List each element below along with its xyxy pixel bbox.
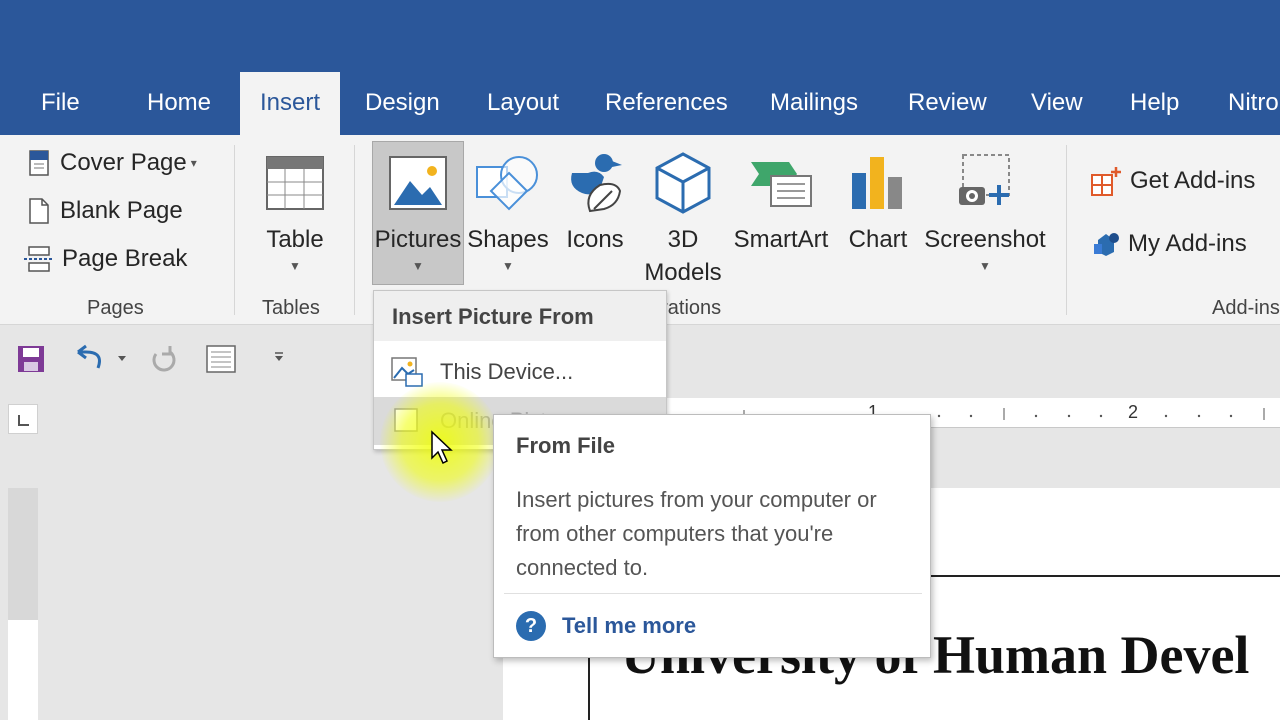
- screenshot-icon: [959, 154, 1010, 205]
- chevron-down-icon: ▼: [412, 259, 424, 273]
- print-layout-button[interactable]: [205, 344, 237, 379]
- tab-mailings[interactable]: Mailings: [770, 72, 858, 135]
- chevron-down-icon: ▼: [979, 259, 991, 273]
- blank-page-button[interactable]: Blank Page: [26, 197, 183, 225]
- page-break-button[interactable]: Page Break: [22, 245, 187, 273]
- 3d-models-button[interactable]: 3D Models: [636, 143, 730, 289]
- chevron-down-icon: ▾: [190, 156, 197, 170]
- add-ins-group-label: Add-ins: [1212, 297, 1280, 319]
- table-button[interactable]: Table ▼: [258, 143, 332, 276]
- page-break-label: Page Break: [62, 245, 188, 272]
- get-add-ins-button[interactable]: Get Add-ins: [1090, 165, 1255, 197]
- tab-design[interactable]: Design: [365, 72, 440, 135]
- tables-group-label: Tables: [262, 297, 320, 319]
- mouse-pointer-icon: [431, 430, 453, 465]
- customize-toolbar-button[interactable]: [272, 350, 286, 369]
- help-icon: ?: [516, 611, 546, 641]
- store-icon: [1091, 167, 1121, 196]
- tab-insert[interactable]: Insert: [240, 72, 341, 135]
- vertical-ruler-margin: [8, 488, 38, 620]
- shapes-label: Shapes: [467, 226, 549, 253]
- group-divider: [234, 145, 235, 315]
- picture-icon: [389, 156, 447, 210]
- tab-review[interactable]: Review: [908, 72, 987, 135]
- tooltip-divider: [504, 593, 922, 594]
- 3d-models-label-line2: Models: [644, 259, 722, 286]
- vertical-ruler[interactable]: [8, 488, 38, 720]
- left-tab-icon: [18, 415, 29, 426]
- document-view-icon: [206, 345, 236, 373]
- smartart-button[interactable]: SmartArt: [730, 143, 832, 256]
- redo-icon: [152, 346, 176, 372]
- tooltip-title: From File: [516, 433, 616, 458]
- blank-page-label: Blank Page: [60, 197, 183, 224]
- tell-me-more-label: Tell me more: [562, 613, 697, 638]
- add-in-icon: [1094, 233, 1119, 256]
- chevron-down-icon: ▼: [289, 259, 301, 273]
- smartart-label: SmartArt: [733, 226, 829, 253]
- my-add-ins-button[interactable]: My Add-ins: [1092, 230, 1247, 258]
- save-button[interactable]: [16, 344, 46, 379]
- undo-button[interactable]: [74, 344, 130, 379]
- cover-page-label: Cover Page: [60, 149, 187, 176]
- pictures-button[interactable]: Pictures ▼: [372, 143, 464, 276]
- icons-button[interactable]: Icons: [560, 143, 630, 256]
- cube-icon: [655, 152, 711, 214]
- pictures-label: Pictures: [374, 226, 462, 253]
- tell-me-more-link[interactable]: ? Tell me more: [516, 611, 696, 641]
- chart-label: Chart: [848, 226, 908, 253]
- tab-file[interactable]: File: [41, 72, 80, 135]
- tab-view[interactable]: View: [1031, 72, 1083, 135]
- save-icon: [18, 346, 44, 372]
- my-add-ins-label: My Add-ins: [1128, 230, 1247, 257]
- chart-icon: [852, 157, 902, 209]
- ribbon-tabs: File Home Insert Design Layout Reference…: [0, 72, 1280, 135]
- tab-references[interactable]: References: [605, 72, 728, 135]
- group-divider: [1066, 145, 1067, 315]
- icons-icon: [571, 154, 622, 213]
- group-divider: [354, 145, 355, 315]
- dropdown-header: Insert Picture From: [374, 291, 666, 341]
- screenshot-label: Screenshot: [924, 226, 1046, 253]
- get-add-ins-label: Get Add-ins: [1130, 167, 1256, 194]
- chevron-down-icon: [275, 352, 283, 361]
- tab-selector[interactable]: [8, 404, 38, 434]
- picture-from-device-icon: [391, 357, 423, 387]
- undo-icon: [77, 344, 126, 369]
- ruler-label-2: 2: [1128, 402, 1139, 422]
- pages-group-label: Pages: [87, 297, 144, 319]
- cover-page-button[interactable]: Cover Page ▾: [26, 149, 197, 177]
- table-label: Table: [266, 226, 324, 253]
- smartart-icon: [751, 162, 812, 207]
- blank-page-icon: [29, 198, 49, 224]
- redo-button[interactable]: [148, 344, 178, 379]
- tooltip-body: Insert pictures from your computer or fr…: [516, 487, 877, 580]
- tab-nitro[interactable]: Nitro: [1228, 72, 1279, 135]
- shapes-icon: [476, 156, 538, 211]
- 3d-models-label-line1: 3D: [667, 226, 699, 253]
- cover-page-icon: [29, 150, 49, 176]
- icons-label: Icons: [566, 226, 624, 253]
- page-break-icon: [24, 246, 52, 272]
- shapes-button[interactable]: Shapes ▼: [466, 143, 550, 276]
- tab-home[interactable]: Home: [147, 72, 211, 135]
- this-device-label: This Device...: [440, 359, 574, 384]
- chart-button[interactable]: Chart: [844, 143, 912, 256]
- tab-help[interactable]: Help: [1130, 72, 1179, 135]
- screenshot-button[interactable]: Screenshot ▼: [922, 143, 1048, 276]
- table-icon: [266, 156, 324, 210]
- chevron-down-icon: ▼: [502, 259, 514, 273]
- tab-layout[interactable]: Layout: [487, 72, 559, 135]
- from-file-tooltip: From File Insert pictures from your comp…: [493, 414, 931, 658]
